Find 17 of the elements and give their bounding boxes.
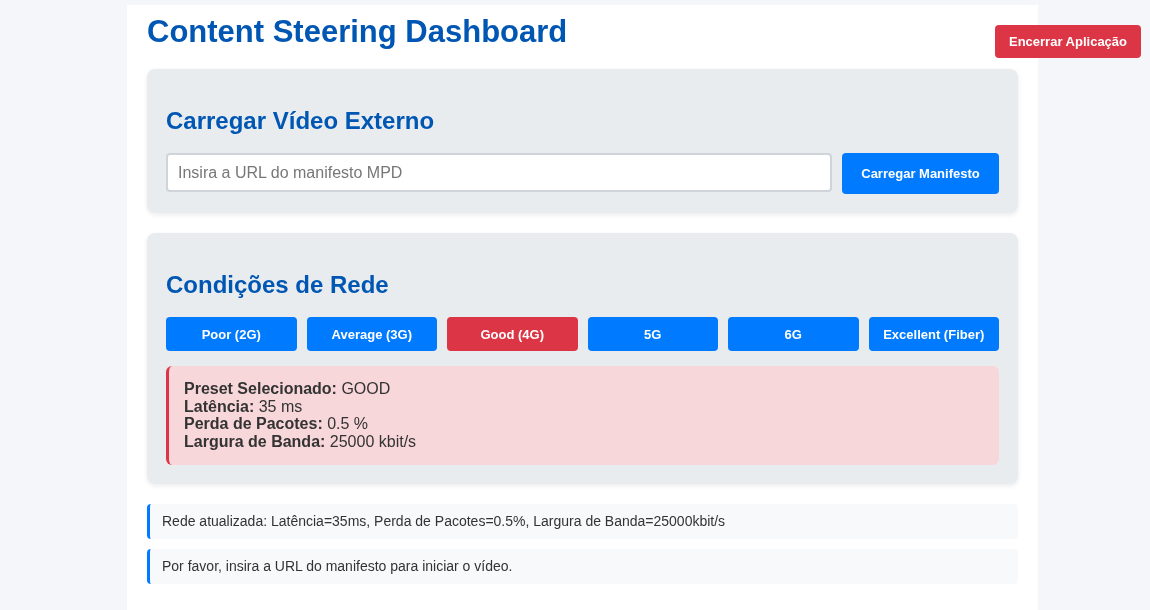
preset-button[interactable]: Average (3G): [306, 317, 437, 351]
panel-heading: Condições de Rede: [166, 271, 390, 299]
status-message: Rede atualizada: Latência=35ms, Perda de Pacotes=0.5%, Largura de Banda=25000kbit/s: [147, 504, 1018, 539]
preset-button[interactable]: Good (4G): [447, 317, 578, 351]
status-message: Por favor, insira a URL do manifesto para iniciar o vídeo.: [147, 549, 1018, 584]
info-line: Largura de Banda: 25000 kbit/s: [184, 432, 418, 450]
info-line: Preset Selecionado: GOOD: [184, 380, 392, 398]
preset-button[interactable]: Poor (2G): [166, 317, 297, 351]
preset-button[interactable]: 5G: [587, 317, 718, 351]
info-line: Latência: 35 ms: [184, 397, 304, 415]
panel-heading: Carregar Vídeo Externo: [166, 107, 436, 135]
info-line: Perda de Pacotes: 0.5 %: [184, 415, 370, 433]
preset-button[interactable]: Excellent (Fiber): [868, 317, 999, 351]
url-input-field[interactable]: Insira a URL do manifesto MPD: [166, 153, 832, 192]
exit-button[interactable]: Encerrar Aplicação: [995, 25, 1141, 58]
load-manifest-button[interactable]: Carregar Manifesto: [842, 153, 999, 194]
preset-button[interactable]: 6G: [728, 317, 859, 351]
